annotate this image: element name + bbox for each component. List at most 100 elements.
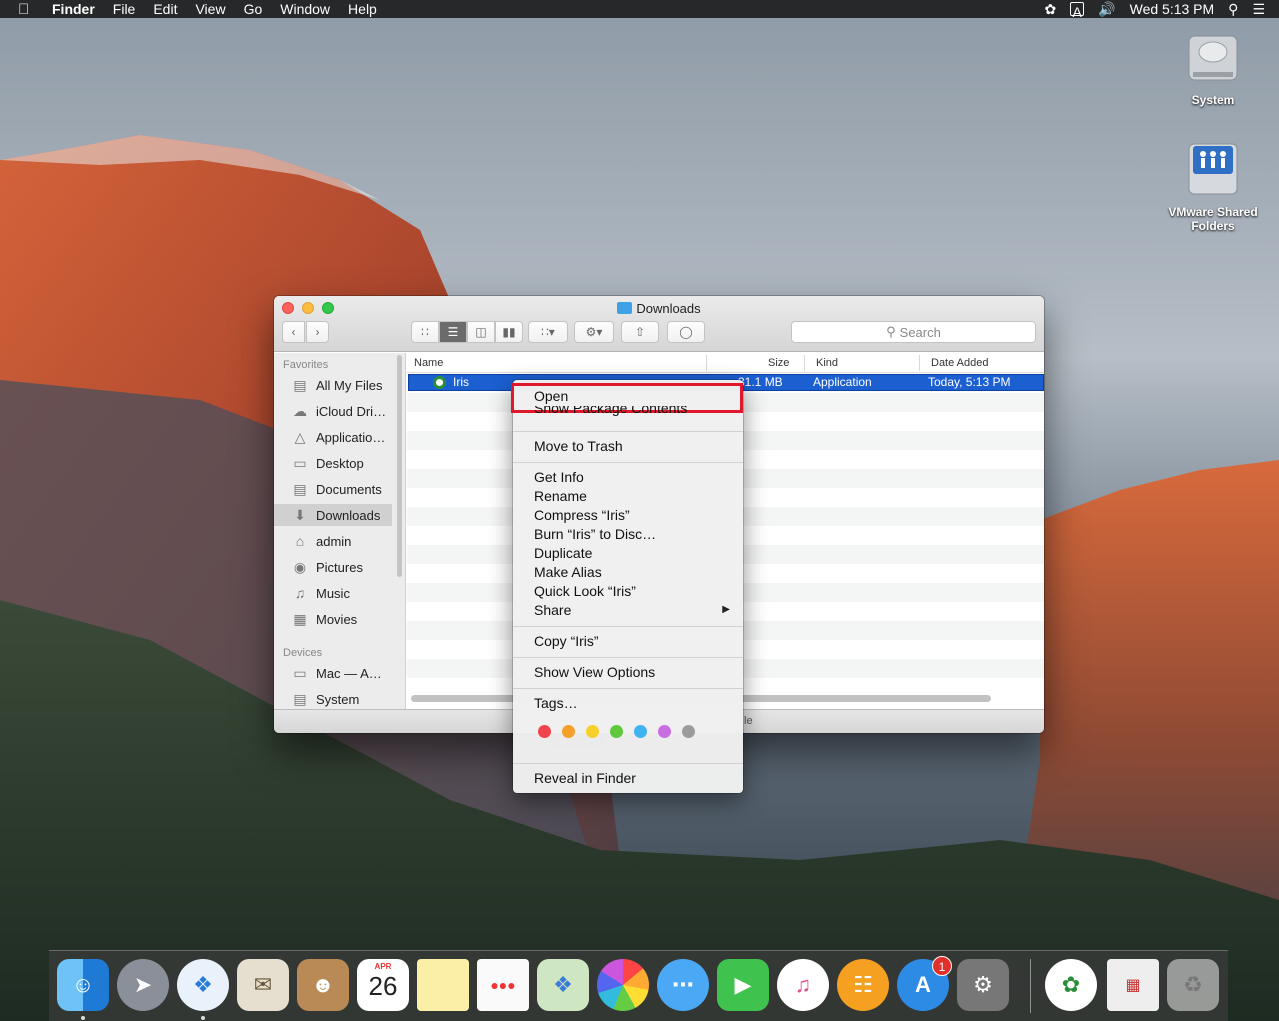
column-header-name[interactable]: Name — [414, 357, 443, 369]
facetime-icon[interactable]: ▶ — [717, 959, 769, 1011]
finder-icon[interactable]: ☺ — [57, 959, 109, 1011]
menu-item-reveal-in-finder[interactable]: Reveal in Finder — [534, 769, 636, 788]
column-divider[interactable] — [804, 355, 805, 371]
system-preferences-icon[interactable]: ⚙ — [957, 959, 1009, 1011]
photos-icon[interactable] — [597, 959, 649, 1011]
gear-icon: ⚙▾ — [585, 325, 603, 339]
iris-status-icon[interactable]: ✿ — [1044, 0, 1056, 18]
mail-icon[interactable]: ✉ — [237, 959, 289, 1011]
sidebar-item-desktop[interactable]: ▭ Desktop — [274, 452, 392, 474]
forward-button[interactable]: › — [306, 321, 329, 343]
notes-icon[interactable] — [417, 959, 469, 1011]
sidebar-item-system-disk[interactable]: ▤ System — [274, 688, 392, 710]
sidebar-item-icloud-drive[interactable]: ☁ iCloud Dri… — [274, 400, 392, 422]
column-divider[interactable] — [919, 355, 920, 371]
menu-item-show-package-contents[interactable]: Show Package Contents — [534, 406, 687, 418]
camera-icon: ◉ — [293, 558, 307, 575]
sidebar-item-label: Desktop — [316, 455, 364, 471]
file-kind: Application — [813, 375, 872, 389]
notification-badge: 1 — [932, 956, 952, 976]
action-button[interactable]: ⚙▾ — [574, 321, 614, 343]
sidebar-item-downloads[interactable]: ⬇ Downloads — [274, 504, 392, 526]
menu-help[interactable]: Help — [348, 0, 377, 18]
menu-item-get-info[interactable]: Get Info — [534, 468, 584, 487]
ibooks-icon[interactable]: ☷ — [837, 959, 889, 1011]
apple-menu-icon[interactable]:  — [18, 1, 38, 18]
clock[interactable]: Wed 5:13 PM — [1130, 0, 1215, 18]
column-header-date-added[interactable]: Date Added — [931, 357, 989, 369]
menu-item-duplicate[interactable]: Duplicate — [534, 544, 592, 563]
launchpad-icon[interactable]: ➤ — [117, 959, 169, 1011]
icon-view-button[interactable]: ∷ — [411, 321, 439, 343]
share-button[interactable]: ⇧ — [621, 321, 659, 343]
menu-separator — [513, 626, 743, 627]
preview-icon[interactable]: ▦ — [1107, 959, 1159, 1011]
menu-window[interactable]: Window — [280, 0, 330, 18]
menu-item-open[interactable]: Open — [534, 387, 568, 406]
sidebar-item-movies[interactable]: ▦ Movies — [274, 608, 392, 630]
search-placeholder: Search — [899, 324, 941, 340]
menu-edit[interactable]: Edit — [153, 0, 177, 18]
menu-item-make-alias[interactable]: Make Alias — [534, 563, 602, 582]
menu-item-compress[interactable]: Compress “Iris” — [534, 506, 630, 525]
desktop-icon-system[interactable]: System — [1158, 28, 1268, 107]
reminders-icon[interactable]: ●●● — [477, 959, 529, 1011]
menu-item-show-view-options[interactable]: Show View Options — [534, 663, 655, 682]
iris-icon[interactable]: ✿ — [1045, 959, 1097, 1011]
sidebar-item-mac[interactable]: ▭ Mac — A… — [274, 662, 392, 684]
menu-file[interactable]: File — [113, 0, 136, 18]
safari-icon[interactable]: ❖ — [177, 959, 229, 1011]
menu-item-copy[interactable]: Copy “Iris” — [534, 632, 599, 651]
sidebar-item-pictures[interactable]: ◉ Pictures — [274, 556, 392, 578]
notification-center-icon[interactable]: ☰ — [1252, 0, 1265, 18]
sidebar-item-all-my-files[interactable]: ▤ All My Files — [274, 374, 392, 396]
running-indicator — [201, 1016, 205, 1020]
messages-icon[interactable]: ⋯ — [657, 959, 709, 1011]
calendar-icon[interactable]: APR 26 — [357, 959, 409, 1011]
contacts-icon[interactable]: ☻ — [297, 959, 349, 1011]
app-store-icon[interactable]: A 1 — [897, 956, 952, 1011]
itunes-icon[interactable]: ♫ — [777, 959, 829, 1011]
share-icon: ⇧ — [634, 325, 646, 339]
menu-app-name[interactable]: Finder — [52, 0, 95, 18]
arrange-button[interactable]: ∷▾ — [528, 321, 568, 343]
column-divider[interactable] — [706, 355, 707, 371]
menu-item-share[interactable]: Share — [534, 601, 571, 620]
menu-go[interactable]: Go — [244, 0, 263, 18]
trash-icon[interactable]: ♻ — [1167, 959, 1219, 1011]
list-view-button[interactable]: ☰ — [439, 321, 467, 343]
menu-item-tags[interactable]: Tags… — [534, 694, 578, 713]
menu-item-quick-look[interactable]: Quick Look “Iris” — [534, 582, 636, 601]
column-header-size[interactable]: Size — [768, 357, 789, 369]
input-source-icon[interactable]: A — [1070, 2, 1085, 20]
menu-view[interactable]: View — [195, 0, 225, 18]
tag-blue[interactable] — [634, 725, 647, 738]
menu-item-move-to-trash[interactable]: Move to Trash — [534, 437, 623, 456]
search-input[interactable]: ⚲ Search — [791, 321, 1036, 343]
sidebar-item-applications[interactable]: △ Applicatio… — [274, 426, 392, 448]
cover-flow-button[interactable]: ▮▮ — [495, 321, 523, 343]
sidebar-item-admin[interactable]: ⌂ admin — [274, 530, 392, 552]
desktop-icon-vmware-shared-folders[interactable]: VMware Shared Folders — [1158, 140, 1268, 233]
sidebar-scrollbar[interactable] — [397, 355, 402, 577]
volume-icon[interactable]: 🔊 — [1098, 0, 1115, 18]
spotlight-search-icon[interactable]: ⚲ — [1228, 0, 1238, 18]
tag-yellow[interactable] — [586, 725, 599, 738]
tag-green[interactable] — [610, 725, 623, 738]
sidebar-item-documents[interactable]: ▤ Documents — [274, 478, 392, 500]
column-header-kind[interactable]: Kind — [816, 357, 838, 369]
menu-item-burn-to-disc[interactable]: Burn “Iris” to Disc… — [534, 525, 656, 544]
tag-orange[interactable] — [562, 725, 575, 738]
tag-gray[interactable] — [682, 725, 695, 738]
column-view-button[interactable]: ◫ — [467, 321, 495, 343]
tag-red[interactable] — [538, 725, 551, 738]
sidebar-item-label: Applicatio… — [316, 429, 386, 445]
tag-purple[interactable] — [658, 725, 671, 738]
sidebar-item-music[interactable]: ♫ Music — [274, 582, 392, 604]
maps-icon[interactable]: ❖ — [537, 959, 589, 1011]
menu-item-rename[interactable]: Rename — [534, 487, 587, 506]
back-button[interactable]: ‹ — [282, 321, 305, 343]
cloud-icon: ☁ — [293, 402, 307, 419]
window-title: Downloads — [274, 301, 1044, 316]
edit-tags-button[interactable]: ◯ — [667, 321, 705, 343]
